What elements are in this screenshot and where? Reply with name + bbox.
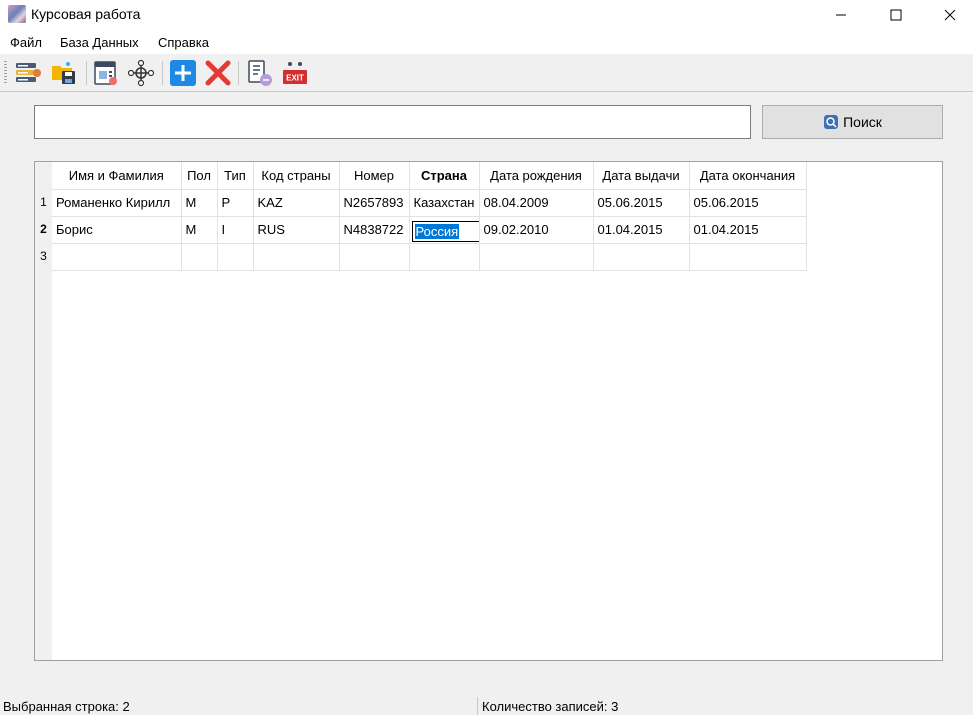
table-cell[interactable] <box>689 243 807 271</box>
database-list-icon <box>16 63 41 82</box>
table-row[interactable] <box>52 243 807 271</box>
table-cell[interactable]: N2657893 <box>339 189 410 217</box>
toolbar-separator <box>162 61 163 85</box>
app-icon <box>8 5 26 23</box>
table-cell[interactable] <box>181 243 218 271</box>
status-bar: Выбранная строка: 2 Количество записей: … <box>0 697 973 715</box>
row-number[interactable]: 1 <box>35 189 52 216</box>
title-bar: Курсовая работа <box>0 0 973 30</box>
close-button[interactable] <box>927 0 973 30</box>
toolbar: EXIT <box>0 54 973 92</box>
search-button[interactable]: Поиск <box>762 105 943 139</box>
close-icon <box>944 9 956 21</box>
table-cell[interactable] <box>409 243 480 271</box>
menu-file[interactable]: Файл <box>10 35 42 50</box>
cell-edit-value[interactable]: Россия <box>414 223 460 239</box>
toolbar-separator <box>238 61 239 85</box>
open-save-button[interactable] <box>50 59 78 87</box>
column-header[interactable]: Дата выдачи <box>593 162 690 190</box>
table-cell[interactable]: M <box>181 216 218 244</box>
table-cell[interactable]: Борис <box>52 216 182 244</box>
exit-button[interactable]: EXIT <box>281 59 309 87</box>
table-cell[interactable] <box>479 243 594 271</box>
table-cell[interactable]: KAZ <box>253 189 340 217</box>
table-cell[interactable] <box>253 243 340 271</box>
column-header[interactable]: Пол <box>181 162 218 190</box>
status-record-count: Количество записей: 3 <box>482 699 619 714</box>
table-cell[interactable]: 08.04.2009 <box>479 189 594 217</box>
folder-save-icon <box>52 62 75 84</box>
edit-doc-icon <box>248 60 272 86</box>
column-header[interactable]: Имя и Фамилия <box>52 162 182 190</box>
status-divider <box>477 697 478 715</box>
report-button[interactable] <box>92 59 120 87</box>
status-selected-row: Выбранная строка: 2 <box>3 699 130 714</box>
table-cell[interactable]: 09.02.2010 <box>479 216 594 244</box>
table-cell-editing[interactable]: Россия <box>409 216 480 244</box>
toolbar-grip[interactable] <box>4 61 7 85</box>
exit-icon-label: EXIT <box>286 74 304 83</box>
database-list-button[interactable] <box>14 59 42 87</box>
add-icon <box>170 60 196 86</box>
table-cell[interactable]: Романенко Кирилл <box>52 189 182 217</box>
search-input[interactable] <box>34 105 751 139</box>
column-header[interactable]: Дата рождения <box>479 162 594 190</box>
search-button-label: Поиск <box>843 114 882 130</box>
table-cell[interactable]: 05.06.2015 <box>689 189 807 217</box>
add-record-button[interactable] <box>169 59 197 87</box>
table-cell[interactable]: 01.04.2015 <box>593 216 690 244</box>
column-header[interactable]: Код страны <box>253 162 340 190</box>
network-icon <box>127 59 155 87</box>
table-cell[interactable]: 05.06.2015 <box>593 189 690 217</box>
column-header[interactable]: Дата окончания <box>689 162 807 190</box>
report-icon <box>94 61 117 85</box>
records-table: Имя и Фамилия Пол Тип Код страны Номер С… <box>52 162 807 271</box>
row-header-column: 1 2 3 <box>35 162 52 660</box>
table-cell[interactable]: Казахстан <box>409 189 480 217</box>
table-cell[interactable] <box>217 243 254 271</box>
exit-icon: EXIT <box>283 62 307 84</box>
table-cell[interactable]: RUS <box>253 216 340 244</box>
table-cell[interactable]: M <box>181 189 218 217</box>
table-cell[interactable] <box>593 243 690 271</box>
toolbar-separator <box>86 61 87 85</box>
table-header-row: Имя и Фамилия Пол Тип Код страны Номер С… <box>52 162 807 190</box>
table-cell[interactable]: I <box>217 216 254 244</box>
minimize-icon <box>836 14 846 16</box>
maximize-button[interactable] <box>873 0 919 30</box>
network-button[interactable] <box>127 59 155 87</box>
delete-record-button[interactable] <box>204 59 232 87</box>
row-number-current[interactable]: 2 <box>35 216 52 243</box>
column-header-active[interactable]: Страна <box>409 162 480 190</box>
delete-icon <box>205 60 231 86</box>
search-icon <box>824 115 839 129</box>
cell-edit-box[interactable]: Россия <box>411 220 478 242</box>
data-grid[interactable]: 1 2 3 Имя и Фамилия Пол Тип Код страны Н… <box>34 161 943 661</box>
maximize-icon <box>890 9 902 21</box>
table-cell[interactable]: P <box>217 189 254 217</box>
table-cell[interactable]: N4838722 <box>339 216 410 244</box>
table-cell[interactable] <box>339 243 410 271</box>
menu-help[interactable]: Справка <box>158 35 209 50</box>
row-number[interactable]: 3 <box>35 243 52 270</box>
table-row[interactable]: Романенко Кирилл M P KAZ N2657893 Казахс… <box>52 189 807 217</box>
table-cell[interactable] <box>52 243 182 271</box>
column-header[interactable]: Тип <box>217 162 254 190</box>
menu-database[interactable]: База Данных <box>60 35 139 50</box>
minimize-button[interactable] <box>818 0 864 30</box>
menu-bar: Файл База Данных Справка <box>0 30 973 54</box>
window-title: Курсовая работа <box>31 6 141 22</box>
edit-document-button[interactable] <box>245 59 273 87</box>
table-cell[interactable]: 01.04.2015 <box>689 216 807 244</box>
table-row[interactable]: Борис M I RUS N4838722 Россия 09.02.2010… <box>52 216 807 244</box>
column-header[interactable]: Номер <box>339 162 410 190</box>
